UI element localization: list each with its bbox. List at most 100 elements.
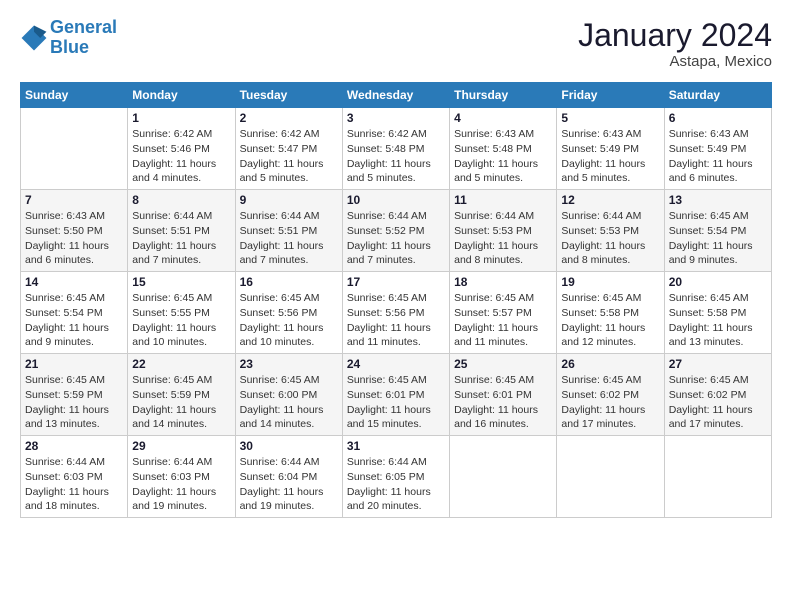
calendar-cell: 17Sunrise: 6:45 AMSunset: 5:56 PMDayligh… xyxy=(342,272,449,354)
calendar-cell xyxy=(557,436,664,518)
daylight-info: Daylight: 11 hours and 12 minutes. xyxy=(561,322,645,349)
sunset-info: Sunset: 6:04 PM xyxy=(240,471,318,483)
daylight-info: Daylight: 11 hours and 7 minutes. xyxy=(132,240,216,267)
sunset-info: Sunset: 5:50 PM xyxy=(25,225,103,237)
day-number: 7 xyxy=(25,193,123,207)
calendar-cell: 9 Sunrise: 6:44 AM Sunset: 5:51 PM Daylight… xyxy=(235,190,342,272)
sunset-info: Sunset: 5:59 PM xyxy=(132,389,210,401)
sunset-info: Sunset: 5:54 PM xyxy=(669,225,747,237)
sunset-info: Sunset: 5:56 PM xyxy=(347,307,425,319)
calendar-cell: 10Sunrise: 6:44 AMSunset: 5:52 PMDayligh… xyxy=(342,190,449,272)
sunrise-info: Sunrise: 6:45 AM xyxy=(25,292,105,304)
day-number: 29 xyxy=(132,439,230,453)
day-number: 19 xyxy=(561,275,659,289)
day-number: 15 xyxy=(132,275,230,289)
sunrise-info: Sunrise: 6:45 AM xyxy=(132,292,212,304)
sunrise-info: Sunrise: 6:44 AM xyxy=(240,210,320,222)
week-row-3: 14Sunrise: 6:45 AMSunset: 5:54 PMDayligh… xyxy=(21,272,772,354)
sunset-info: Sunset: 6:02 PM xyxy=(669,389,747,401)
day-number: 8 xyxy=(132,193,230,207)
day-number: 18 xyxy=(454,275,552,289)
sunrise-info: Sunrise: 6:44 AM xyxy=(132,456,212,468)
sunrise-info: Sunrise: 6:42 AM xyxy=(132,128,212,140)
day-number: 12 xyxy=(561,193,659,207)
sunrise-info: Sunrise: 6:45 AM xyxy=(454,374,534,386)
day-number: 28 xyxy=(25,439,123,453)
calendar-cell: 26Sunrise: 6:45 AMSunset: 6:02 PMDayligh… xyxy=(557,354,664,436)
week-row-5: 28Sunrise: 6:44 AMSunset: 6:03 PMDayligh… xyxy=(21,436,772,518)
sunrise-info: Sunrise: 6:43 AM xyxy=(454,128,534,140)
sunset-info: Sunset: 5:49 PM xyxy=(669,143,747,155)
daylight-info: Daylight: 11 hours and 11 minutes. xyxy=(347,322,431,349)
sunset-info: Sunset: 6:00 PM xyxy=(240,389,318,401)
col-saturday: Saturday xyxy=(664,83,771,108)
calendar-cell: 1Sunrise: 6:42 AMSunset: 5:46 PMDaylight… xyxy=(128,108,235,190)
daylight-info: Daylight: 11 hours and 5 minutes. xyxy=(347,158,431,185)
calendar-cell: 22Sunrise: 6:45 AMSunset: 5:59 PMDayligh… xyxy=(128,354,235,436)
day-number: 25 xyxy=(454,357,552,371)
daylight-info: Daylight: 11 hours and 5 minutes. xyxy=(454,158,538,185)
sunrise-info: Sunrise: 6:43 AM xyxy=(669,128,749,140)
col-monday: Monday xyxy=(128,83,235,108)
daylight-info: Daylight: 11 hours and 7 minutes. xyxy=(240,240,324,267)
daylight-info: Daylight: 11 hours and 8 minutes. xyxy=(454,240,538,267)
daylight-info: Daylight: 11 hours and 5 minutes. xyxy=(240,158,324,185)
week-row-1: 1Sunrise: 6:42 AMSunset: 5:46 PMDaylight… xyxy=(21,108,772,190)
day-number: 20 xyxy=(669,275,767,289)
sunrise-info: Sunrise: 6:45 AM xyxy=(561,292,641,304)
sunrise-info: Sunrise: 6:45 AM xyxy=(669,210,749,222)
sunrise-info: Sunrise: 6:45 AM xyxy=(240,292,320,304)
sunrise-info: Sunrise: 6:45 AM xyxy=(25,374,105,386)
daylight-info: Daylight: 11 hours and 18 minutes. xyxy=(25,486,109,513)
daylight-info: Daylight: 11 hours and 13 minutes. xyxy=(25,404,109,431)
sunrise-info: Sunrise: 6:42 AM xyxy=(240,128,320,140)
col-tuesday: Tuesday xyxy=(235,83,342,108)
day-number: 30 xyxy=(240,439,338,453)
sunset-info: Sunset: 5:53 PM xyxy=(561,225,639,237)
col-wednesday: Wednesday xyxy=(342,83,449,108)
daylight-info: Daylight: 11 hours and 4 minutes. xyxy=(132,158,216,185)
sunset-info: Sunset: 5:57 PM xyxy=(454,307,532,319)
sunset-info: Sunset: 5:51 PM xyxy=(132,225,210,237)
calendar-cell: 21Sunrise: 6:45 AMSunset: 5:59 PMDayligh… xyxy=(21,354,128,436)
sunset-info: Sunset: 5:55 PM xyxy=(132,307,210,319)
day-number: 2 xyxy=(240,111,338,125)
sunset-info: Sunset: 5:51 PM xyxy=(240,225,318,237)
day-number: 1 xyxy=(132,111,230,125)
day-number: 10 xyxy=(347,193,445,207)
sunset-info: Sunset: 6:01 PM xyxy=(347,389,425,401)
sunset-info: Sunset: 5:48 PM xyxy=(347,143,425,155)
day-number: 9 xyxy=(240,193,338,207)
sunset-info: Sunset: 5:56 PM xyxy=(240,307,318,319)
calendar-cell: 14Sunrise: 6:45 AMSunset: 5:54 PMDayligh… xyxy=(21,272,128,354)
calendar-table: Sunday Monday Tuesday Wednesday Thursday… xyxy=(20,82,772,518)
header: General Blue January 2024 Astapa, Mexico xyxy=(20,18,772,70)
day-number: 17 xyxy=(347,275,445,289)
subtitle: Astapa, Mexico xyxy=(578,53,772,70)
day-number: 31 xyxy=(347,439,445,453)
logo-line1: General xyxy=(50,17,117,37)
daylight-info: Daylight: 11 hours and 14 minutes. xyxy=(240,404,324,431)
sunrise-info: Sunrise: 6:45 AM xyxy=(347,374,427,386)
sunrise-info: Sunrise: 6:44 AM xyxy=(132,210,212,222)
day-number: 6 xyxy=(669,111,767,125)
day-number: 24 xyxy=(347,357,445,371)
daylight-info: Daylight: 11 hours and 20 minutes. xyxy=(347,486,431,513)
col-friday: Friday xyxy=(557,83,664,108)
sunrise-info: Sunrise: 6:45 AM xyxy=(561,374,641,386)
sunrise-info: Sunrise: 6:44 AM xyxy=(561,210,641,222)
calendar-cell: 16Sunrise: 6:45 AMSunset: 5:56 PMDayligh… xyxy=(235,272,342,354)
logo: General Blue xyxy=(20,18,117,58)
calendar-cell: 7Sunrise: 6:43 AMSunset: 5:50 PMDaylight… xyxy=(21,190,128,272)
sunrise-info: Sunrise: 6:45 AM xyxy=(454,292,534,304)
calendar-cell xyxy=(21,108,128,190)
sunrise-info: Sunrise: 6:44 AM xyxy=(454,210,534,222)
sunset-info: Sunset: 5:58 PM xyxy=(561,307,639,319)
calendar-cell: 31Sunrise: 6:44 AMSunset: 6:05 PMDayligh… xyxy=(342,436,449,518)
page: General Blue January 2024 Astapa, Mexico… xyxy=(0,0,792,528)
daylight-info: Daylight: 11 hours and 17 minutes. xyxy=(561,404,645,431)
daylight-info: Daylight: 11 hours and 6 minutes. xyxy=(669,158,753,185)
calendar-cell: 24Sunrise: 6:45 AMSunset: 6:01 PMDayligh… xyxy=(342,354,449,436)
header-row: Sunday Monday Tuesday Wednesday Thursday… xyxy=(21,83,772,108)
day-number: 23 xyxy=(240,357,338,371)
